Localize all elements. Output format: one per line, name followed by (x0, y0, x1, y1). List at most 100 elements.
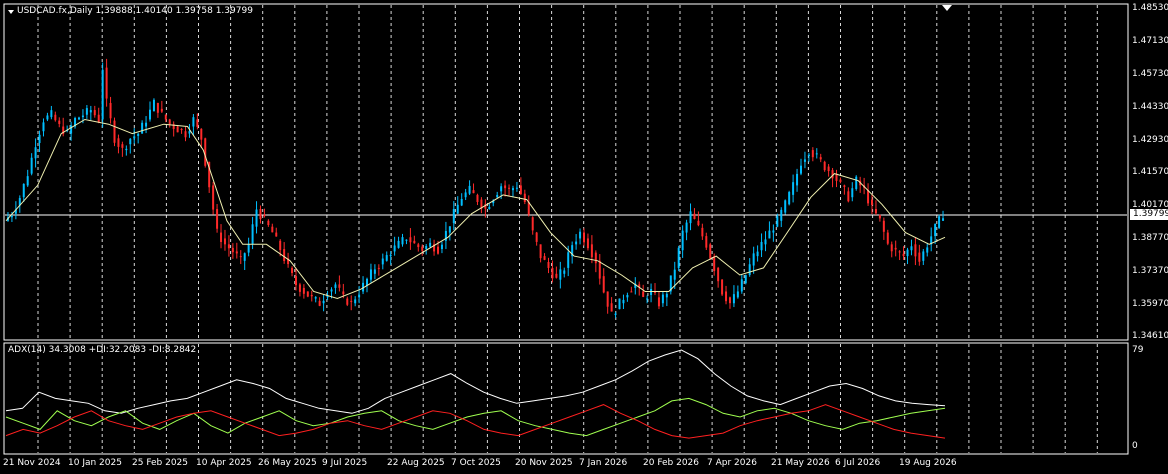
candle-body (661, 294, 664, 304)
candle-body (385, 255, 388, 261)
candle-body (697, 220, 700, 226)
candle-body (81, 115, 84, 118)
candle-body (239, 256, 242, 258)
candle-body (535, 232, 538, 242)
candle-body (54, 114, 57, 121)
candle-body (50, 110, 53, 118)
date-tick: 20 Feb 2026 (643, 458, 700, 468)
candle-body (168, 119, 171, 125)
candle-body (878, 214, 881, 219)
candle-body (369, 269, 372, 280)
candle-body (547, 262, 550, 268)
price-tick: 1.41570 (1132, 167, 1168, 177)
candle-body (381, 258, 384, 265)
candle-body (788, 192, 791, 205)
candle-body (717, 267, 720, 282)
candle-body (551, 267, 554, 279)
date-tick: 9 Jul 2025 (322, 458, 368, 468)
date-tick: 6 Jul 2026 (835, 458, 881, 468)
candle-body (942, 218, 945, 221)
candle-body (618, 298, 621, 310)
date-tick: 10 Jan 2025 (68, 458, 122, 468)
candle-body (693, 213, 696, 220)
candle-body (539, 244, 542, 259)
candle-body (468, 185, 471, 194)
chart-frame (0, 0, 1168, 474)
candle-body (630, 291, 633, 293)
candle-body (748, 264, 751, 275)
candle-body (752, 253, 755, 266)
candle-body (302, 287, 305, 294)
candle-body (665, 293, 668, 298)
candle-body (882, 220, 885, 232)
candle-body (58, 120, 61, 124)
date-tick: 7 Apr 2026 (707, 458, 757, 468)
candle-body (760, 241, 763, 251)
date-tick: 7 Jan 2026 (579, 458, 628, 468)
candle-body (437, 246, 440, 254)
candle-body (843, 185, 846, 187)
candle-body (310, 295, 313, 297)
candle-body (251, 224, 254, 245)
candle-body (677, 247, 680, 268)
date-tick: 19 Aug 2026 (899, 458, 957, 468)
candle-body (851, 188, 854, 198)
candle-body (85, 108, 88, 115)
candle-body (472, 190, 475, 194)
candle-body (914, 244, 917, 257)
candle-body (531, 217, 534, 231)
candle-body (373, 269, 376, 274)
candle-body (188, 131, 191, 134)
candle-body (366, 278, 369, 286)
candle-body (235, 251, 238, 254)
candle-body (227, 244, 230, 249)
candle-body (89, 110, 92, 113)
candle-body (890, 244, 893, 252)
candle-body (768, 230, 771, 239)
date-tick: 20 Nov 2025 (515, 458, 573, 468)
candle-body (776, 216, 779, 227)
candle-body (575, 241, 578, 245)
candle-body (918, 252, 921, 262)
candle-body (780, 209, 783, 221)
candle-body (725, 291, 728, 302)
candle-body (405, 239, 408, 241)
candle-body (38, 134, 41, 144)
candle-body (93, 110, 96, 116)
candle-body (350, 300, 353, 302)
candle-body (271, 226, 274, 233)
candle-body (176, 126, 179, 133)
candle-body (149, 109, 152, 120)
candle-body (105, 67, 108, 99)
candle-body (796, 173, 799, 186)
candle-body (121, 144, 124, 148)
candle-body (164, 114, 167, 120)
candle-body (129, 138, 132, 145)
candle-body (894, 247, 897, 250)
date-tick: 22 Aug 2025 (387, 458, 445, 468)
candle-body (740, 279, 743, 292)
chart-symbol-label[interactable]: USDCAD.fx,Daily 1.39888 1.40140 1.39758 … (17, 6, 253, 17)
candle-body (180, 128, 183, 131)
candle-body (811, 150, 814, 158)
candle-body (784, 200, 787, 213)
date-tick: 21 May 2026 (771, 458, 830, 468)
candle-body (409, 237, 412, 243)
candle-body (610, 303, 613, 312)
candle-body (614, 313, 617, 316)
candle-body (464, 192, 467, 198)
candle-body (417, 244, 420, 248)
candle-body (673, 269, 676, 280)
candle-body (681, 230, 684, 251)
candle-body (559, 269, 562, 280)
candle-body (511, 188, 514, 191)
candle-body (488, 206, 491, 209)
candle-body (642, 291, 645, 297)
candle-body (42, 122, 45, 132)
candle-body (906, 249, 909, 257)
candle-body (275, 232, 278, 237)
candle-body (109, 102, 112, 119)
candle-body (192, 117, 195, 127)
date-tick: 25 Feb 2025 (132, 458, 189, 468)
candle-body (255, 209, 258, 227)
